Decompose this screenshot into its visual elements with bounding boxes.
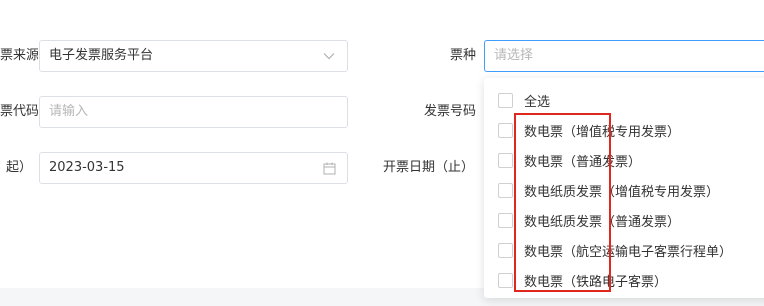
invoice-code-input[interactable]: 请输入	[39, 96, 348, 128]
invoice-type-placeholder: 请选择	[494, 48, 534, 63]
invoice-source-select[interactable]: 电子发票服务平台	[39, 40, 348, 72]
checkbox[interactable]	[498, 182, 513, 198]
checkbox[interactable]	[498, 212, 513, 228]
checkbox[interactable]	[498, 242, 513, 258]
checkbox[interactable]	[498, 272, 513, 288]
highlight-annotation-box	[514, 113, 611, 292]
invoice-type-select[interactable]: 请选择	[484, 40, 764, 72]
invoice-code-placeholder: 请输入	[49, 104, 89, 119]
dropdown-option-select-all[interactable]: 全选	[498, 85, 550, 115]
checkbox[interactable]	[498, 122, 513, 138]
issue-date-start-value: 2023-03-15	[49, 160, 125, 175]
checkbox[interactable]	[498, 152, 513, 168]
invoice-source-label: 票来源	[0, 48, 38, 63]
checkbox[interactable]	[498, 92, 513, 108]
issue-date-start-label: 起）	[5, 160, 32, 175]
invoice-source-value: 电子发票服务平台	[49, 48, 154, 63]
chevron-down-icon	[321, 41, 337, 71]
invoice-number-label: 发票号码	[423, 104, 476, 119]
issue-date-start-input[interactable]: 2023-03-15	[39, 152, 348, 184]
dropdown-option-label: 全选	[524, 94, 551, 110]
calendar-icon	[321, 153, 337, 183]
invoice-type-label: 票种	[449, 48, 476, 63]
issue-date-end-label: 开票日期（止）	[382, 160, 474, 175]
invoice-code-label: 票代码	[0, 104, 38, 119]
